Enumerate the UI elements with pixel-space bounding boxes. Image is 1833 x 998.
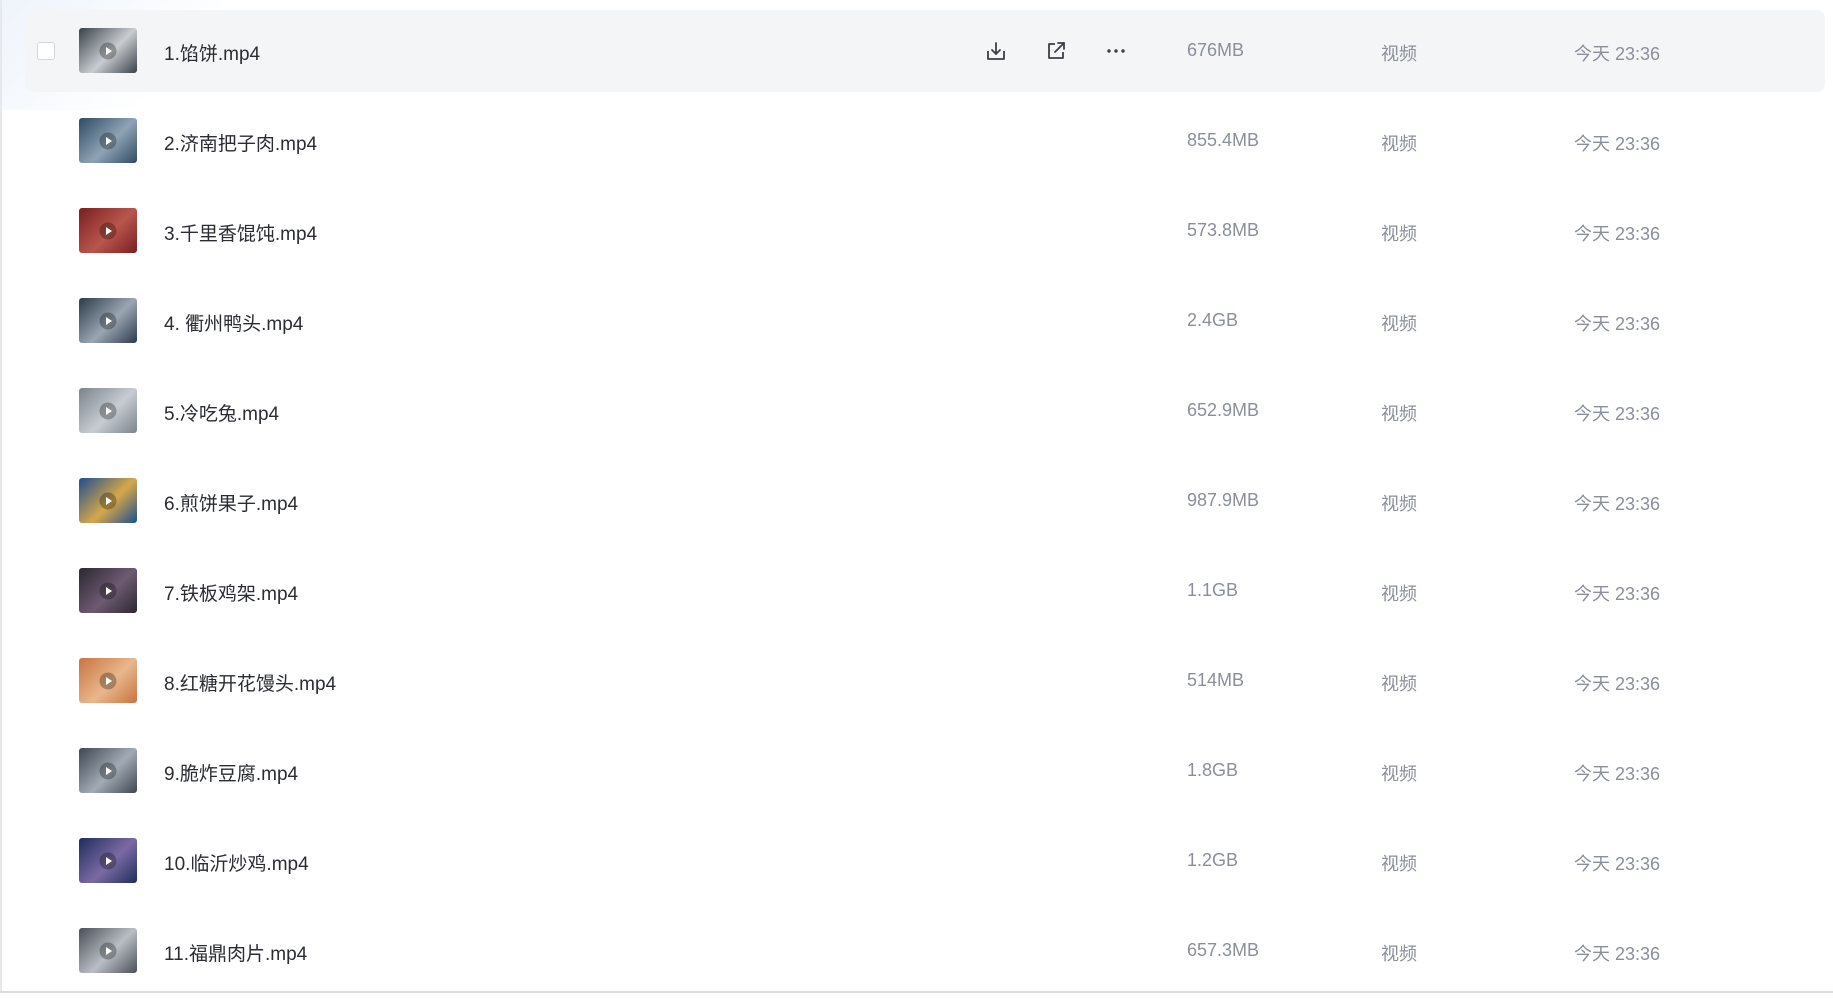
file-type: 视频 bbox=[1381, 314, 1417, 334]
file-row-1[interactable]: 1.馅饼.mp4 676MB 视频 今天 23:36 bbox=[25, 10, 1825, 92]
video-thumbnail[interactable] bbox=[79, 928, 137, 973]
file-name[interactable]: 7.铁板鸡架.mp4 bbox=[164, 579, 298, 606]
file-name[interactable]: 6.煎饼果子.mp4 bbox=[164, 489, 298, 516]
file-row-5[interactable]: 5.冷吃兔.mp4 652.9MB 视频 今天 23:36 bbox=[25, 370, 1825, 452]
file-row-2[interactable]: 2.济南把子肉.mp4 855.4MB 视频 今天 23:36 bbox=[25, 100, 1825, 182]
file-name[interactable]: 9.脆炸豆腐.mp4 bbox=[164, 759, 298, 786]
file-size: 2.4GB bbox=[1187, 310, 1239, 330]
video-thumbnail[interactable] bbox=[79, 208, 137, 253]
file-row-9[interactable]: 9.脆炸豆腐.mp4 1.8GB 视频 今天 23:36 bbox=[25, 730, 1825, 812]
play-icon bbox=[99, 942, 117, 959]
more-icon bbox=[1107, 49, 1125, 53]
file-size: 1.8GB bbox=[1187, 760, 1239, 780]
left-divider bbox=[0, 0, 2, 998]
file-type: 视频 bbox=[1381, 944, 1417, 964]
download-button[interactable] bbox=[983, 38, 1009, 64]
play-icon bbox=[99, 222, 117, 239]
file-row-3[interactable]: 3.千里香馄饨.mp4 573.8MB 视频 今天 23:36 bbox=[25, 190, 1825, 272]
file-type: 视频 bbox=[1381, 44, 1417, 64]
file-modified: 今天 23:36 bbox=[1574, 854, 1661, 874]
play-icon bbox=[99, 852, 117, 869]
video-thumbnail[interactable] bbox=[79, 748, 137, 793]
play-icon bbox=[99, 132, 117, 149]
file-type: 视频 bbox=[1381, 404, 1417, 424]
file-type: 视频 bbox=[1381, 494, 1417, 514]
file-size: 657.3MB bbox=[1187, 940, 1260, 960]
file-modified: 今天 23:36 bbox=[1574, 944, 1661, 964]
row-actions bbox=[983, 37, 1129, 65]
file-list: 1.馅饼.mp4 676MB 视频 今天 23:36 2.济南把子肉.mp4 8… bbox=[25, 10, 1825, 998]
bottom-strip bbox=[0, 993, 1833, 998]
file-size: 676MB bbox=[1187, 40, 1245, 60]
video-thumbnail[interactable] bbox=[79, 568, 137, 613]
file-type: 视频 bbox=[1381, 584, 1417, 604]
file-size: 855.4MB bbox=[1187, 130, 1260, 150]
play-icon bbox=[99, 582, 117, 599]
file-modified: 今天 23:36 bbox=[1574, 404, 1661, 424]
file-name[interactable]: 11.福鼎肉片.mp4 bbox=[164, 939, 307, 966]
play-icon bbox=[99, 762, 117, 779]
file-row-11[interactable]: 11.福鼎肉片.mp4 657.3MB 视频 今天 23:36 bbox=[25, 910, 1825, 992]
file-list-page: 1.馅饼.mp4 676MB 视频 今天 23:36 2.济南把子肉.mp4 8… bbox=[0, 0, 1833, 998]
file-size: 514MB bbox=[1187, 670, 1245, 690]
file-modified: 今天 23:36 bbox=[1574, 224, 1661, 244]
file-row-7[interactable]: 7.铁板鸡架.mp4 1.1GB 视频 今天 23:36 bbox=[25, 550, 1825, 632]
file-modified: 今天 23:36 bbox=[1574, 314, 1661, 334]
file-type: 视频 bbox=[1381, 674, 1417, 694]
file-name[interactable]: 2.济南把子肉.mp4 bbox=[164, 129, 317, 156]
more-button[interactable] bbox=[1103, 38, 1129, 64]
play-icon bbox=[99, 42, 117, 59]
video-thumbnail[interactable] bbox=[79, 478, 137, 523]
video-thumbnail[interactable] bbox=[79, 658, 137, 703]
file-size: 987.9MB bbox=[1187, 490, 1260, 510]
file-type: 视频 bbox=[1381, 224, 1417, 244]
file-type: 视频 bbox=[1381, 764, 1417, 784]
play-icon bbox=[99, 672, 117, 689]
share-button[interactable] bbox=[1043, 38, 1069, 64]
play-icon bbox=[99, 312, 117, 329]
file-modified: 今天 23:36 bbox=[1574, 674, 1661, 694]
file-size: 1.1GB bbox=[1187, 580, 1239, 600]
download-icon bbox=[987, 42, 1005, 60]
file-size: 652.9MB bbox=[1187, 400, 1260, 420]
file-modified: 今天 23:36 bbox=[1574, 134, 1661, 154]
file-size: 1.2GB bbox=[1187, 850, 1239, 870]
play-icon bbox=[99, 402, 117, 419]
file-name[interactable]: 8.红糖开花馒头.mp4 bbox=[164, 669, 336, 696]
video-thumbnail[interactable] bbox=[79, 118, 137, 163]
file-modified: 今天 23:36 bbox=[1574, 44, 1661, 64]
video-thumbnail[interactable] bbox=[79, 838, 137, 883]
file-name[interactable]: 10.临沂炒鸡.mp4 bbox=[164, 849, 309, 876]
file-name[interactable]: 1.馅饼.mp4 bbox=[164, 39, 260, 66]
row-checkbox[interactable] bbox=[37, 42, 55, 60]
file-row-8[interactable]: 8.红糖开花馒头.mp4 514MB 视频 今天 23:36 bbox=[25, 640, 1825, 722]
file-modified: 今天 23:36 bbox=[1574, 494, 1661, 514]
play-icon bbox=[99, 492, 117, 509]
file-type: 视频 bbox=[1381, 854, 1417, 874]
file-modified: 今天 23:36 bbox=[1574, 584, 1661, 604]
file-row-4[interactable]: 4. 衢州鸭头.mp4 2.4GB 视频 今天 23:36 bbox=[25, 280, 1825, 362]
share-icon bbox=[1048, 42, 1065, 59]
video-thumbnail[interactable] bbox=[79, 28, 137, 73]
file-name[interactable]: 4. 衢州鸭头.mp4 bbox=[164, 309, 303, 336]
file-row-10[interactable]: 10.临沂炒鸡.mp4 1.2GB 视频 今天 23:36 bbox=[25, 820, 1825, 902]
file-name[interactable]: 3.千里香馄饨.mp4 bbox=[164, 219, 317, 246]
file-size: 573.8MB bbox=[1187, 220, 1260, 240]
file-type: 视频 bbox=[1381, 134, 1417, 154]
file-name[interactable]: 5.冷吃兔.mp4 bbox=[164, 399, 279, 426]
video-thumbnail[interactable] bbox=[79, 388, 137, 433]
file-row-6[interactable]: 6.煎饼果子.mp4 987.9MB 视频 今天 23:36 bbox=[25, 460, 1825, 542]
video-thumbnail[interactable] bbox=[79, 298, 137, 343]
file-modified: 今天 23:36 bbox=[1574, 764, 1661, 784]
